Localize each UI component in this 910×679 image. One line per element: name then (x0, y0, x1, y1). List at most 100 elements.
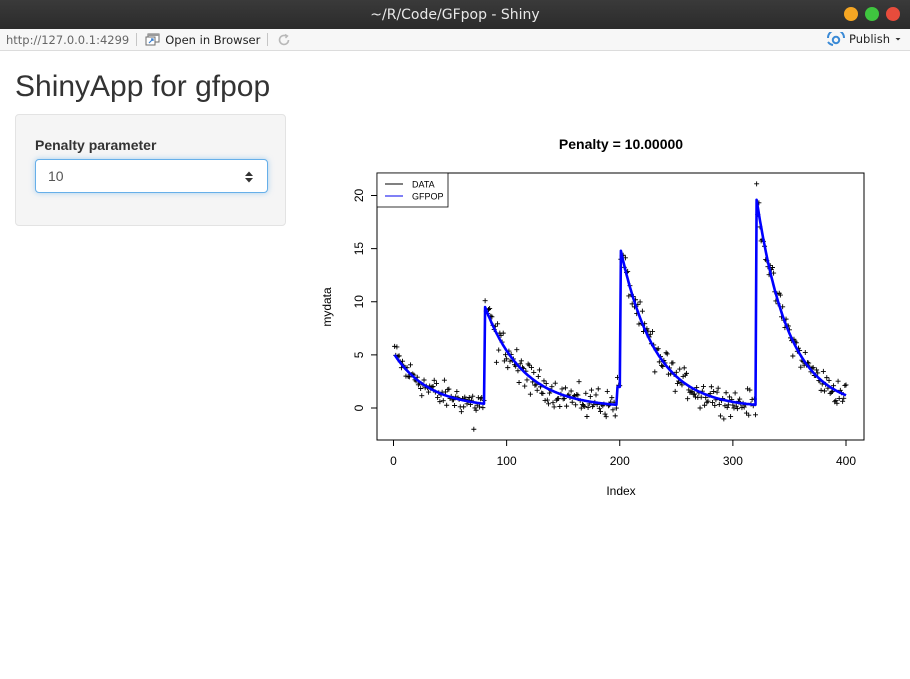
data-point (842, 383, 848, 389)
publish-button[interactable]: Publish (827, 32, 902, 46)
data-point (612, 413, 618, 419)
data-point (723, 390, 729, 396)
data-point (452, 403, 458, 409)
data-point (550, 400, 556, 406)
data-point (552, 380, 558, 386)
penalty-input[interactable] (35, 159, 268, 193)
data-point (609, 395, 615, 401)
data-point (419, 393, 425, 399)
data-point (392, 343, 398, 349)
sidebar-panel: Penalty parameter (15, 114, 286, 226)
window-titlebar: ~/R/Code/GFpop - Shiny (0, 0, 910, 29)
legend-box (376, 172, 449, 208)
data-point (697, 405, 703, 411)
data-point (505, 365, 511, 371)
data-point (826, 377, 832, 383)
data-point (652, 369, 658, 375)
data-point (551, 404, 557, 410)
data-point (681, 365, 687, 371)
data-point (710, 399, 716, 405)
data-point (587, 394, 593, 400)
data-point (708, 384, 714, 390)
data-point (541, 378, 547, 384)
data-point (529, 365, 535, 371)
data-point (802, 350, 808, 356)
close-button[interactable] (886, 7, 900, 21)
data-point (569, 399, 575, 405)
data-point (574, 391, 580, 397)
open-in-browser-button[interactable]: Open in Browser (145, 33, 260, 47)
data-point (496, 347, 502, 353)
x-tick-label: 100 (497, 454, 517, 468)
data-point (588, 387, 594, 393)
publish-label: Publish (849, 32, 890, 46)
data-point (725, 402, 731, 408)
refresh-icon (279, 33, 290, 45)
data-point (732, 390, 738, 396)
data-point (739, 405, 745, 411)
data-point (818, 387, 824, 393)
data-point (843, 382, 849, 388)
data-point (458, 409, 464, 415)
data-point (500, 330, 506, 336)
data-point (637, 299, 643, 305)
chevron-down-icon (895, 38, 901, 41)
data-point (534, 387, 540, 393)
data-point (526, 362, 532, 368)
refresh-button[interactable] (276, 32, 292, 48)
legend-label: GFPOP (412, 192, 444, 202)
data-point (677, 366, 683, 372)
app-title: ShinyApp for gfpop (15, 70, 271, 103)
data-point (583, 390, 589, 396)
toolbar-divider (136, 33, 138, 46)
data-point (639, 308, 645, 314)
x-tick-label: 200 (610, 454, 630, 468)
data-point (568, 388, 574, 394)
data-point (585, 405, 591, 411)
data-point (705, 398, 711, 404)
data-point (820, 368, 826, 374)
data-point (473, 407, 479, 413)
data-point (604, 388, 610, 394)
data-point (524, 377, 530, 383)
x-tick-label: 300 (723, 454, 743, 468)
data-point (716, 401, 722, 407)
data-point (704, 399, 710, 405)
data-point (471, 426, 477, 432)
data-point (536, 367, 542, 373)
data-point (595, 386, 601, 392)
number-spinner-icon[interactable] (244, 171, 254, 183)
data-point (559, 386, 565, 392)
data-point (753, 412, 758, 418)
y-tick-label: 15 (352, 242, 366, 256)
data-point (698, 394, 704, 400)
data-point (407, 362, 413, 368)
data-point (596, 405, 602, 411)
data-point (431, 377, 437, 383)
data-point (441, 377, 447, 383)
maximize-button[interactable] (865, 7, 879, 21)
data-point (394, 344, 400, 350)
data-point (626, 293, 632, 299)
url-text[interactable]: http://127.0.0.1:4299 (0, 33, 129, 47)
y-axis-label: mydata (320, 287, 334, 327)
data-point (472, 405, 478, 411)
data-point (575, 392, 581, 398)
data-point (840, 398, 846, 404)
data-point (564, 403, 570, 409)
data-point (598, 409, 604, 415)
data-point (726, 394, 732, 400)
publish-icon (827, 32, 845, 46)
x-tick-label: 0 (390, 454, 397, 468)
data-point (702, 402, 708, 408)
open-in-browser-label: Open in Browser (165, 32, 261, 47)
data-point (814, 367, 820, 373)
viewer-toolbar: http://127.0.0.1:4299 Open in Browser Pu… (0, 29, 910, 51)
minimize-button[interactable] (844, 7, 858, 21)
data-point (421, 377, 427, 383)
toolbar-divider (267, 33, 269, 46)
data-point (672, 388, 678, 394)
data-point (593, 392, 599, 398)
data-point (700, 383, 706, 389)
data-point (747, 387, 753, 393)
